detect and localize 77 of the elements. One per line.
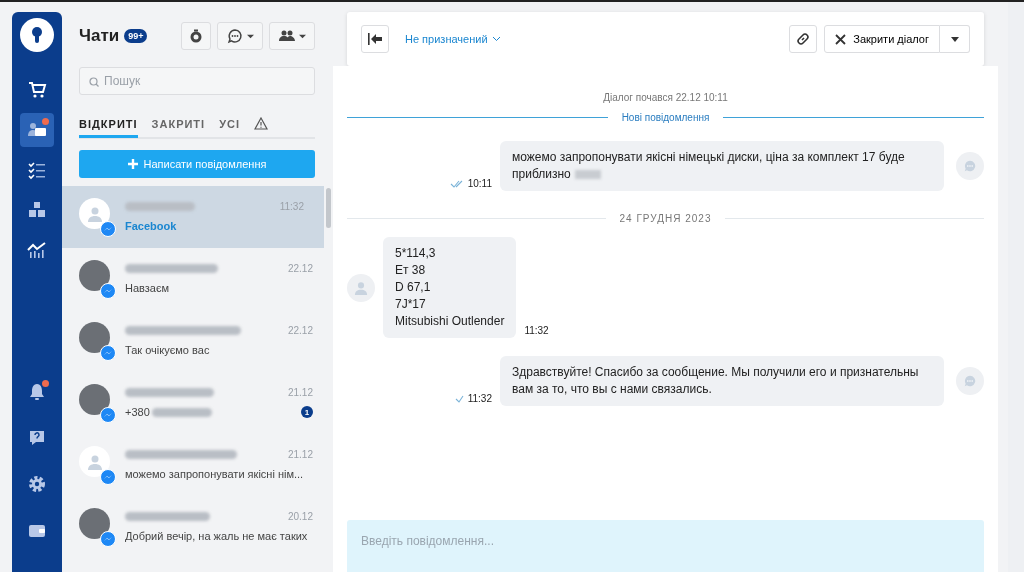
bell-icon xyxy=(27,382,47,402)
chat-preview: +380 xyxy=(125,406,150,418)
chat-item[interactable]: 22.12 Навзаєм xyxy=(62,248,333,310)
messenger-icon xyxy=(100,407,116,423)
messenger-icon xyxy=(100,283,116,299)
message-time: 11:32 xyxy=(467,393,492,404)
date-divider: 24 ГРУДНЯ 2023 xyxy=(619,213,712,224)
messenger-icon xyxy=(100,469,116,485)
users-icon xyxy=(278,28,295,44)
chat-item[interactable]: 21.12 +380 1 xyxy=(62,372,333,434)
close-icon xyxy=(835,33,847,45)
chat-preview: Навзаєм xyxy=(125,282,170,294)
arrow-left-bar-icon xyxy=(368,33,382,45)
chat-preview: можемо запропонувати якісні нім... xyxy=(125,468,304,480)
search-icon xyxy=(89,77,99,87)
tasks-icon xyxy=(27,160,47,180)
avatar-icon xyxy=(347,273,375,302)
caret-icon xyxy=(246,32,254,40)
plus-icon xyxy=(127,159,138,169)
collapse-button[interactable] xyxy=(361,25,389,53)
logo-icon[interactable] xyxy=(20,18,54,52)
messenger-icon xyxy=(100,531,116,547)
status-tab[interactable]: ЗАКРИТІ xyxy=(151,110,206,138)
chat-item[interactable]: 21.12 можемо запропонувати якісні нім... xyxy=(62,434,333,496)
caret-icon xyxy=(298,32,306,40)
scrollbar-track[interactable] xyxy=(1008,2,1024,572)
messenger-icon xyxy=(100,345,116,361)
message-time: 11:32 xyxy=(524,325,549,336)
chat-time: 11:32 xyxy=(279,200,304,212)
search-field[interactable]: Пошук xyxy=(79,67,315,95)
link-button[interactable] xyxy=(789,25,818,53)
chat-item[interactable]: 22.12 Так очікуємо вас xyxy=(62,310,333,372)
caret-icon xyxy=(950,36,959,42)
scrollbar[interactable] xyxy=(326,188,331,228)
message-bubble: 5*114,3 Ет 38 D 67,1 7J*17 Mitsubishi Outlender xyxy=(383,237,517,338)
users-filter-button[interactable] xyxy=(269,22,315,50)
messenger-icon xyxy=(100,221,116,237)
chat-bubble-icon xyxy=(956,367,984,395)
help-icon xyxy=(27,428,47,448)
new-messages-divider: Нові повідомлення xyxy=(621,112,710,123)
analytics-icon xyxy=(27,240,47,260)
chat-item[interactable]: 20.12 Добрий вечір, на жаль не має таких xyxy=(62,496,333,558)
message-time: 10:11 xyxy=(467,178,492,189)
message-input[interactable]: Введіть повідомлення... xyxy=(347,520,984,572)
warning-icon xyxy=(254,117,268,130)
message-bubble: Здравствуйте! Спасибо за сообщение. Мы получили его и признательны вам за то, что вы с нами связались. xyxy=(500,356,944,406)
chat-time: 22.12 xyxy=(287,324,313,336)
settings-icon xyxy=(27,474,47,494)
chat-bubble-icon xyxy=(956,152,984,180)
chats-title: Чати xyxy=(79,26,120,46)
dialog-started-note: Діалог почався 22.12 10:11 xyxy=(602,92,729,103)
unread-badge: 1 xyxy=(301,406,313,418)
message-bubble: можемо запропонувати якісні німецькі диски, ціна за комплект 17 буде приблизно xyxy=(500,141,944,191)
redacted-number xyxy=(151,407,212,417)
speech-bubble-icon xyxy=(226,28,243,44)
more-dropdown-button[interactable] xyxy=(940,25,970,53)
chat-preview: Добрий вечір, на жаль не має таких xyxy=(125,530,308,542)
redacted-name xyxy=(125,201,195,211)
status-tab[interactable]: УСІ xyxy=(219,110,240,138)
close-dialog-button[interactable]: Закрити діалог xyxy=(824,25,940,53)
chat-time: 21.12 xyxy=(287,448,313,460)
chat-preview: Так очікуємо вас xyxy=(125,344,210,356)
assignee-dropdown[interactable]: Не призначений xyxy=(399,32,507,46)
timer-button[interactable] xyxy=(181,22,211,50)
boxes-icon xyxy=(27,200,47,220)
chat-filter-button[interactable] xyxy=(217,22,263,50)
count-badge: 99+ xyxy=(124,29,148,43)
timer-icon xyxy=(188,28,204,44)
chat-time: 21.12 xyxy=(287,386,313,398)
status-tab[interactable]: ВІДКРИТІ xyxy=(79,110,138,138)
nav-button[interactable] xyxy=(20,113,54,147)
chat-time: 20.12 xyxy=(287,510,313,522)
cart-icon xyxy=(27,80,47,100)
chevron-icon xyxy=(491,36,501,42)
chat-preview: Facebook xyxy=(125,220,177,232)
link-icon xyxy=(796,32,811,46)
chat-time: 22.12 xyxy=(287,262,313,274)
